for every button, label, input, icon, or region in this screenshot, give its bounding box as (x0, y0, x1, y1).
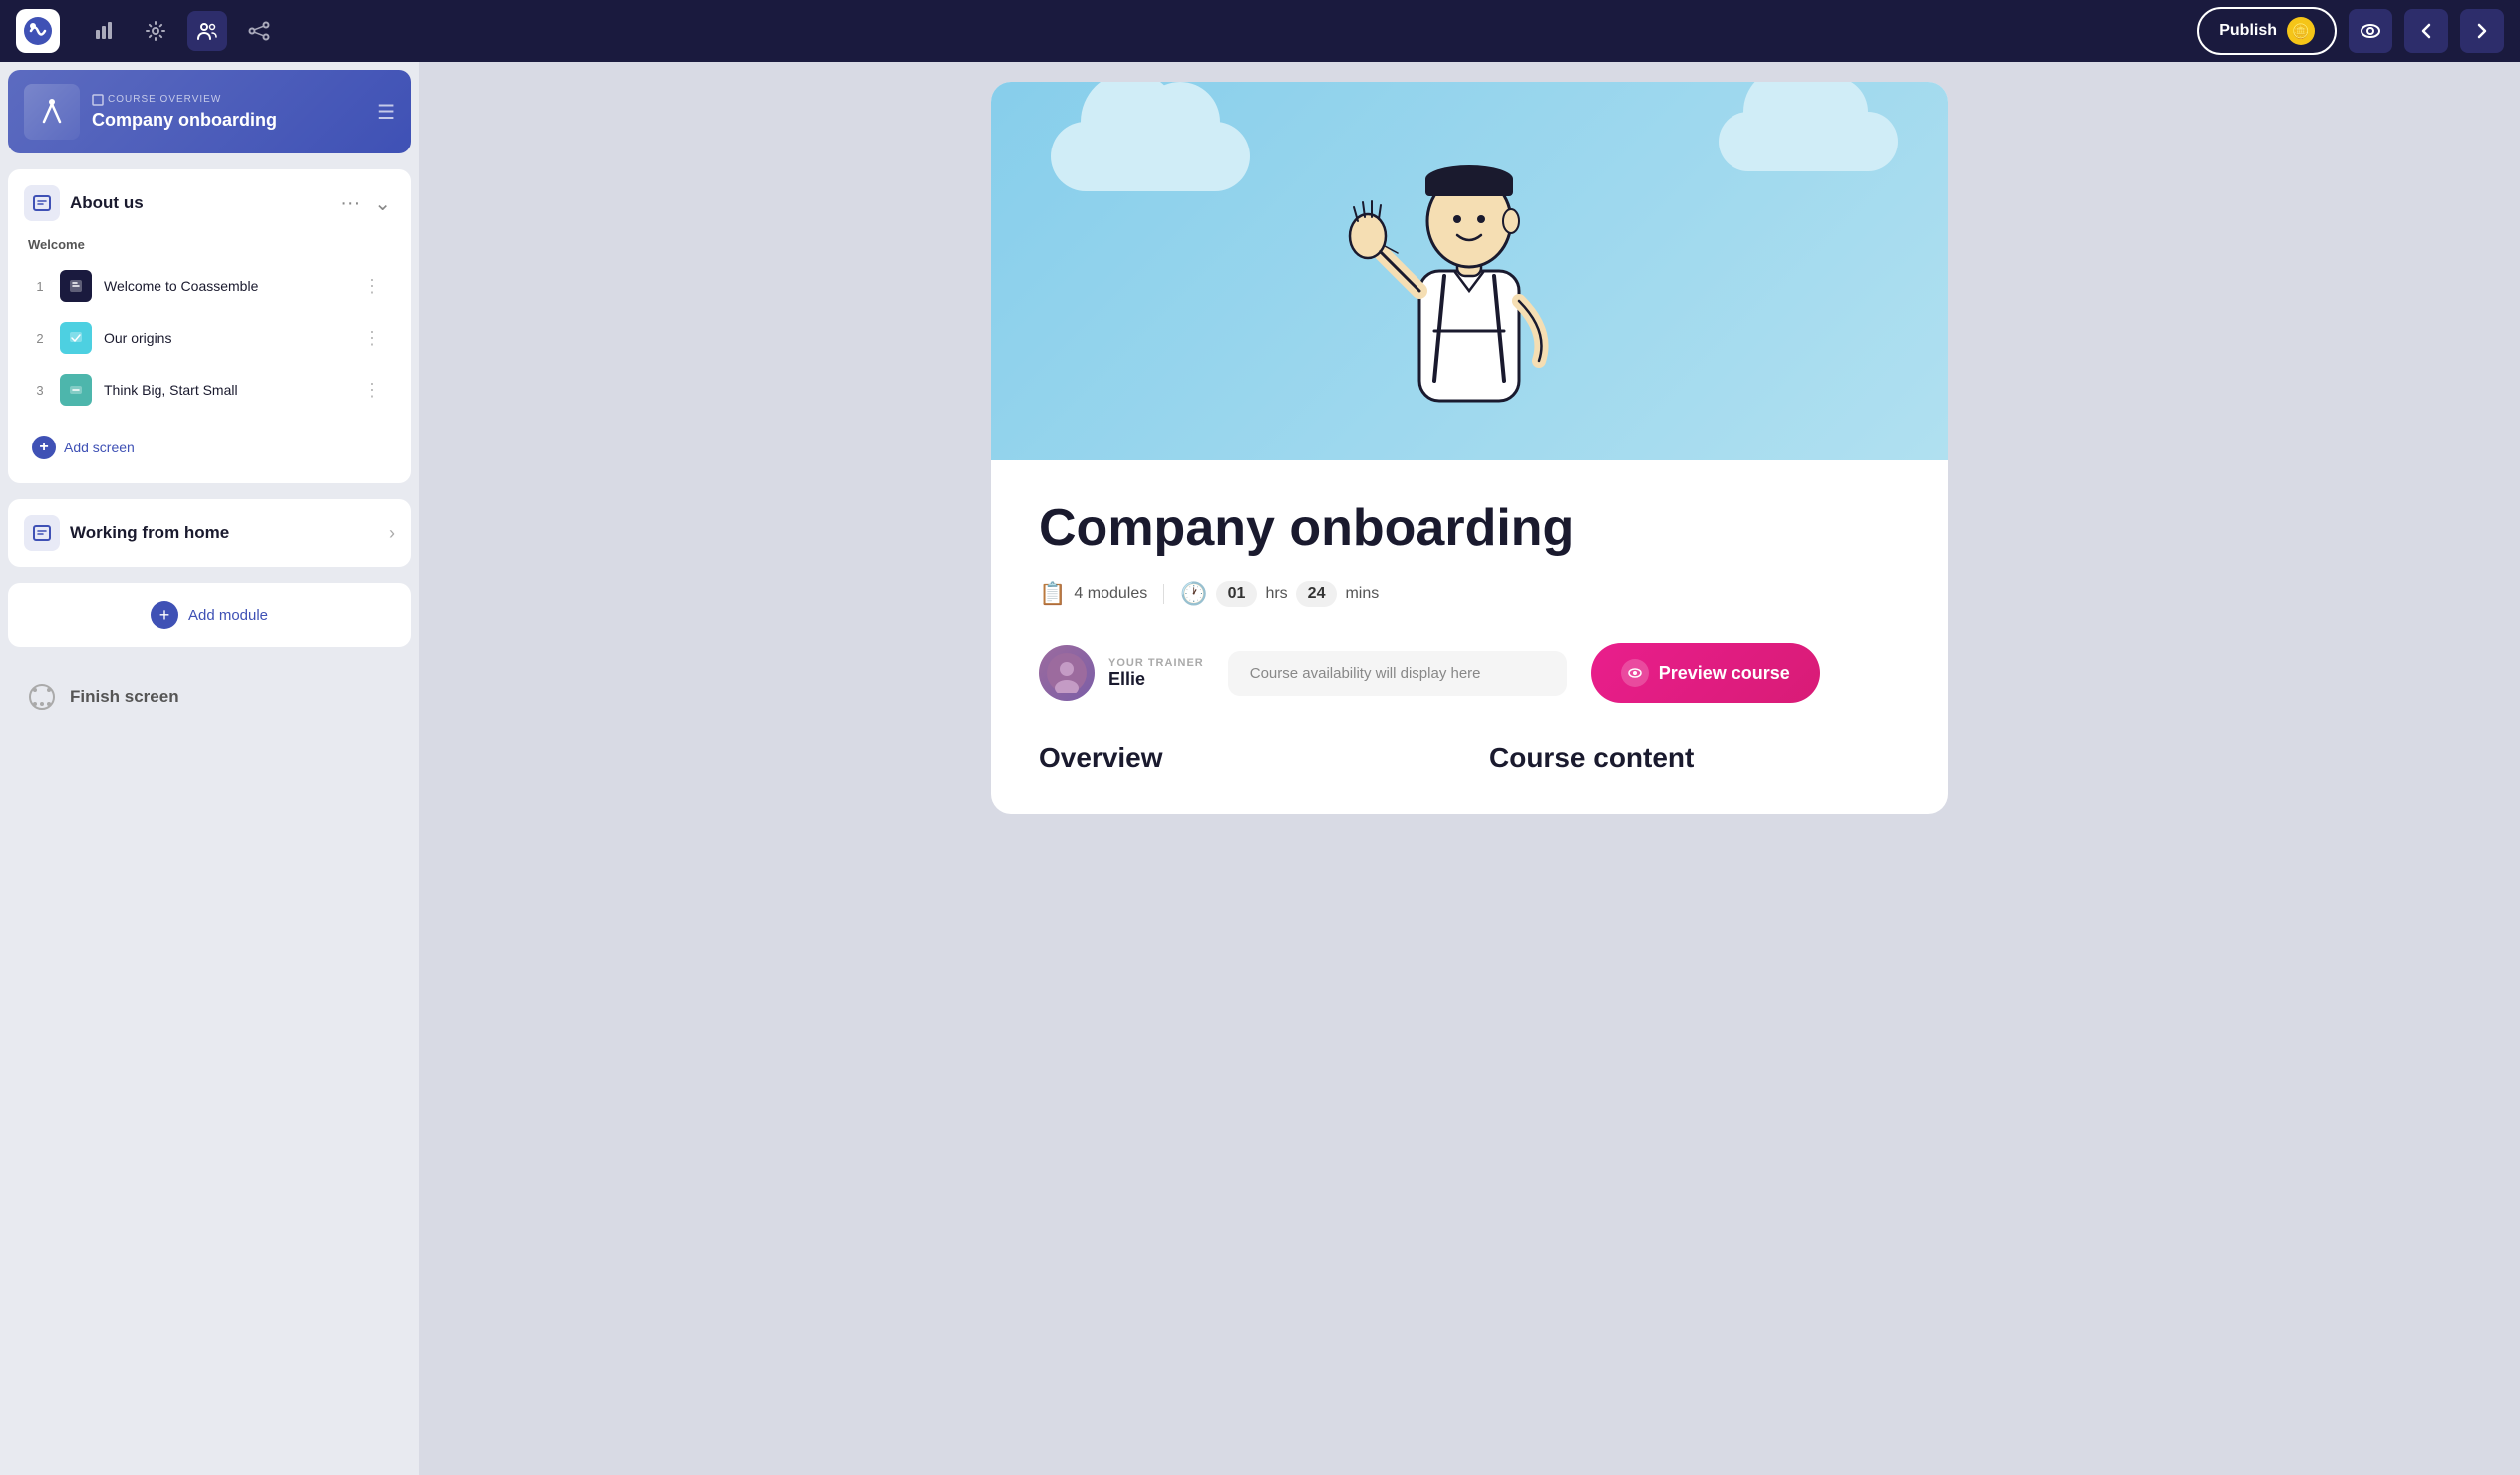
share-icon-btn[interactable] (239, 11, 279, 51)
preview-label: Preview course (1659, 663, 1790, 684)
screen-item-1[interactable]: 1 Welcome to Coassemble ⋮ (24, 260, 395, 312)
course-title-sidebar: Company onboarding (92, 110, 365, 131)
screen-icon-1 (60, 270, 92, 302)
main-content: Company onboarding 📋 4 modules 🕐 01 hrs … (419, 62, 2520, 1475)
screen-dots-2[interactable]: ⋮ (357, 326, 387, 351)
course-hero (991, 82, 1948, 460)
top-nav-right: Publish 🪙 (2197, 7, 2504, 55)
preview-course-button[interactable]: Preview course (1591, 643, 1820, 703)
publish-label: Publish (2219, 22, 2277, 40)
module-working-from-home[interactable]: Working from home › (8, 499, 411, 567)
finish-screen-icon (24, 679, 60, 715)
preview-eye-icon (1621, 659, 1649, 687)
add-module-label: Add module (188, 607, 268, 624)
sidebar: COURSE OVERVIEW Company onboarding ☰ Abo… (0, 62, 419, 1475)
app-logo[interactable] (16, 9, 60, 53)
sidebar-menu-button[interactable]: ☰ (377, 100, 395, 125)
screen-name-3: Think Big, Start Small (104, 382, 345, 398)
course-overview-label: COURSE OVERVIEW (92, 94, 365, 106)
mins-badge: 24 (1296, 581, 1338, 607)
course-card: Company onboarding 📋 4 modules 🕐 01 hrs … (991, 82, 1948, 814)
screen-num-3: 3 (32, 383, 48, 398)
availability-box: Course availability will display here (1228, 651, 1567, 696)
module-about-us: About us ··· ⌄ Welcome 1 Welcome to Coas… (8, 169, 411, 483)
course-bottom-section: Overview Course content (991, 742, 1948, 814)
module-title-wfh: Working from home (70, 523, 379, 543)
course-content-title: Course content (1489, 742, 1900, 774)
course-meta: 📋 4 modules 🕐 01 hrs 24 mins (1039, 581, 1900, 607)
clock-icon: 🕐 (1180, 581, 1207, 607)
course-info-section: Company onboarding 📋 4 modules 🕐 01 hrs … (991, 460, 1948, 742)
analytics-icon-btn[interactable] (84, 11, 124, 51)
overview-section: Overview (1039, 742, 1449, 774)
screen-item-2[interactable]: 2 Our origins ⋮ (24, 312, 395, 364)
module-icon-about-us (24, 185, 60, 221)
add-module-circle-icon: + (151, 601, 178, 629)
forward-button[interactable] (2460, 9, 2504, 53)
preview-icon-btn[interactable] (2349, 9, 2392, 53)
module-icon-wfh (24, 515, 60, 551)
publish-button[interactable]: Publish 🪙 (2197, 7, 2337, 55)
back-button[interactable] (2404, 9, 2448, 53)
chevron-right-icon: › (389, 523, 395, 544)
trainer-name: Ellie (1108, 669, 1204, 690)
screen-dots-1[interactable]: ⋮ (357, 274, 387, 299)
settings-icon-btn[interactable] (136, 11, 175, 51)
add-module-button[interactable]: + Add module (8, 583, 411, 647)
meta-divider-1 (1163, 584, 1164, 604)
top-navigation: Publish 🪙 (0, 0, 2520, 62)
screen-name-2: Our origins (104, 330, 345, 346)
course-main-title: Company onboarding (1039, 500, 1900, 557)
screen-dots-3[interactable]: ⋮ (357, 378, 387, 403)
module-collapse-button[interactable]: ⌄ (370, 187, 395, 220)
modules-icon: 📋 (1039, 581, 1066, 607)
screen-icon-3 (60, 374, 92, 406)
add-screen-button[interactable]: + Add screen (24, 428, 143, 467)
mins-label: mins (1345, 585, 1379, 603)
section-label-welcome: Welcome (24, 237, 395, 252)
section-welcome: Welcome 1 Welcome to Coassemble ⋮ 2 Our … (24, 237, 395, 416)
trainer-row: YOUR TRAINER Ellie Course availability w… (1039, 643, 1900, 703)
publish-coin-icon: 🪙 (2287, 17, 2315, 45)
trainer-info: YOUR TRAINER Ellie (1039, 645, 1204, 701)
users-icon-btn[interactable] (187, 11, 227, 51)
screen-item-3[interactable]: 3 Think Big, Start Small ⋮ (24, 364, 395, 416)
screen-num-1: 1 (32, 279, 48, 294)
add-screen-circle-icon: + (32, 436, 56, 459)
hours-badge: 01 (1216, 581, 1258, 607)
character-illustration (1330, 92, 1609, 460)
modules-count: 4 modules (1074, 585, 1147, 603)
trainer-avatar (1039, 645, 1095, 701)
add-screen-label: Add screen (64, 440, 135, 455)
screen-num-2: 2 (32, 331, 48, 346)
nav-icon-group (84, 11, 279, 51)
course-thumbnail (24, 84, 80, 140)
finish-screen-title: Finish screen (70, 687, 179, 707)
cloud-left-decoration (1051, 122, 1250, 191)
finish-screen-row[interactable]: Finish screen (8, 663, 411, 731)
cloud-right-decoration (1719, 112, 1898, 171)
module-title-about-us: About us (70, 193, 326, 213)
course-overview-header[interactable]: COURSE OVERVIEW Company onboarding ☰ (8, 70, 411, 153)
overview-title: Overview (1039, 742, 1449, 774)
module-header-about-us: About us ··· ⌄ (24, 185, 395, 221)
screen-icon-2 (60, 322, 92, 354)
module-more-button[interactable]: ··· (336, 187, 364, 220)
course-content-section: Course content (1489, 742, 1900, 774)
hrs-label: hrs (1265, 585, 1287, 603)
screen-name-1: Welcome to Coassemble (104, 278, 345, 294)
trainer-label-text: YOUR TRAINER (1108, 657, 1204, 669)
